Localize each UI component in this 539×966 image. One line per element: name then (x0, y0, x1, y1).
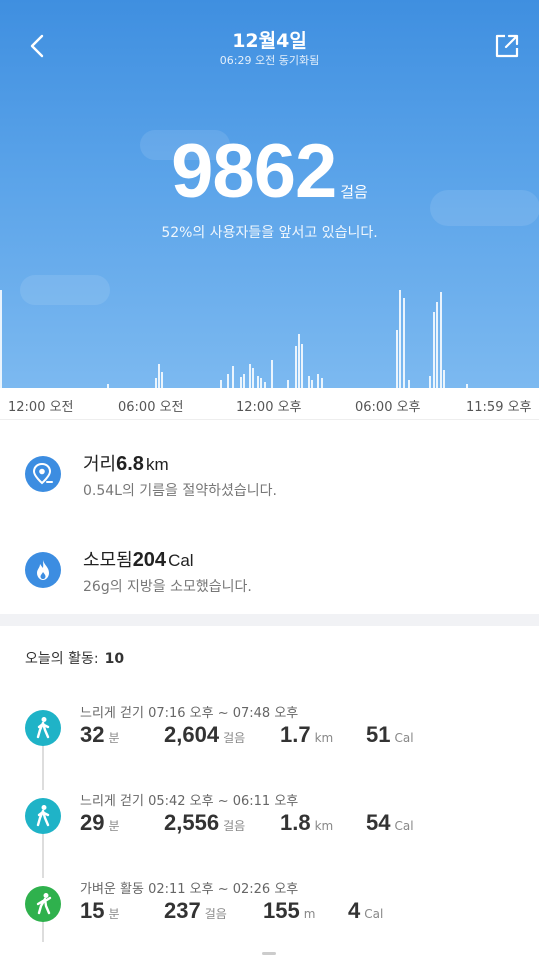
flame-icon (25, 552, 61, 588)
chart-bar (301, 344, 303, 388)
chart-bar (436, 302, 438, 388)
time-label: 06:00 오전 (118, 400, 184, 415)
calories-card: 소모됨204 Cal 26g의 지방을 소모했습니다. (0, 536, 539, 616)
chart-bar (408, 380, 410, 388)
time-label: 06:00 오후 (355, 400, 421, 415)
calories-subtext: 26g의 지방을 소모했습니다. (83, 579, 252, 595)
distance-title: 거리6.8 km (83, 450, 169, 476)
chart-bar (321, 378, 323, 388)
step-summary-hero: 12월4일 06:29 오전 동기화됨 9862 걸음 52%의 사용자들을 앞서… (0, 0, 539, 388)
chart-bar (252, 368, 254, 388)
activity-title: 가벼운 활동 02:11 오후 ~ 02:26 오후 (80, 882, 299, 897)
light-activity-icon (25, 886, 61, 922)
section-divider (0, 614, 539, 626)
chart-bar (232, 366, 234, 388)
time-label: 12:00 오후 (236, 400, 302, 415)
distance-unit: km (314, 819, 334, 833)
walk-icon (25, 798, 61, 834)
chart-bar (0, 290, 2, 388)
activity-distance: 1.7 (280, 722, 311, 747)
activity-title: 느리게 걷기 07:16 오후 ~ 07:48 오후 (80, 706, 299, 721)
steps-total: 9862 걸음 (0, 128, 539, 215)
minutes-unit: 분 (108, 731, 120, 745)
chart-bar (220, 380, 222, 388)
chart-bar (396, 330, 398, 388)
chart-time-axis: 12:00 오전 06:00 오전 12:00 오후 06:00 오후 11:5… (0, 388, 539, 420)
activity-item[interactable]: 느리게 걷기 05:42 오후 ~ 06:11 오후 29 분 2,556 걸음 1… (0, 794, 539, 878)
chart-bar (260, 378, 262, 388)
chart-bar (311, 380, 313, 388)
calories-unit: Cal (168, 551, 194, 570)
distance-value: 6.8 (116, 453, 144, 475)
activity-calories: 54 (366, 810, 391, 835)
chart-bar (158, 364, 160, 388)
activity-steps: 2,556 (164, 810, 220, 835)
top-bar: 12월4일 06:29 오전 동기화됨 (0, 0, 539, 80)
steps-unit: 걸음 (204, 907, 227, 921)
activity-calories: 4 (348, 898, 361, 923)
chart-bar (287, 380, 289, 388)
page-title: 12월4일 (232, 30, 307, 52)
chart-bar (429, 376, 431, 388)
distance-label: 거리 (83, 454, 117, 475)
calories-unit: Cal (394, 819, 414, 833)
chart-bar (155, 378, 157, 388)
calories-unit: Cal (364, 907, 384, 921)
chart-bar (399, 290, 401, 388)
chart-bar (257, 376, 259, 388)
location-pin-icon (25, 456, 61, 492)
activities-header: 오늘의 활동: 10 (25, 648, 124, 668)
activity-calories: 51 (366, 722, 391, 747)
distance-subtext: 0.54L의 기름을 절약하셨습니다. (83, 483, 278, 499)
activity-minutes: 29 (80, 810, 105, 835)
activity-steps: 2,604 (164, 722, 220, 747)
chart-bar (308, 376, 310, 388)
activity-distance: 155 (263, 898, 300, 923)
chart-bar (433, 312, 435, 388)
calories-unit: Cal (394, 731, 414, 745)
chart-bar (249, 364, 251, 388)
activity-title: 느리게 걷기 05:42 오후 ~ 06:11 오후 (80, 794, 299, 809)
walk-icon (25, 710, 61, 746)
distance-unit: km (145, 455, 169, 474)
chart-bar (403, 298, 405, 388)
minutes-unit: 분 (108, 907, 120, 921)
steps-unit: 걸음 (223, 731, 246, 745)
chart-bar (271, 360, 273, 388)
chart-bar (161, 372, 163, 388)
sync-status: 06:29 오전 동기화됨 (219, 54, 320, 67)
time-label: 11:59 오후 (466, 400, 532, 415)
activity-distance: 1.8 (280, 810, 311, 835)
chart-bar (295, 346, 297, 388)
chart-bar (240, 377, 242, 388)
time-label: 12:00 오전 (8, 400, 74, 415)
chart-bar (440, 292, 442, 388)
distance-card: 거리6.8 km 0.54L의 기름을 절약하셨습니다. (0, 440, 539, 520)
activities-label: 오늘의 활동: (25, 651, 99, 667)
steps-value: 9862 (171, 129, 337, 214)
activity-minutes: 15 (80, 898, 105, 923)
chart-bar (317, 374, 319, 388)
calories-title: 소모됨204 Cal (83, 546, 194, 572)
activity-item[interactable]: 느리게 걷기 07:16 오후 ~ 07:48 오후 32 분 2,604 걸음 1… (0, 706, 539, 790)
steps-unit: 걸음 (223, 819, 246, 833)
chart-bar (298, 334, 300, 388)
distance-unit: km (314, 731, 334, 745)
calories-label: 소모됨 (83, 550, 133, 571)
distance-unit: m (303, 907, 316, 921)
activities-count: 10 (104, 651, 125, 667)
minutes-unit: 분 (108, 819, 120, 833)
chart-bar (243, 374, 245, 388)
activity-minutes: 32 (80, 722, 105, 747)
chart-bar (227, 374, 229, 388)
activity-steps: 237 (164, 898, 201, 923)
rank-text: 52%의 사용자들을 앞서고 있습니다. (161, 225, 378, 241)
share-icon[interactable] (493, 32, 521, 60)
chart-bar (443, 370, 445, 388)
calories-value: 204 (132, 549, 167, 571)
steps-unit: 걸음 (340, 183, 368, 201)
